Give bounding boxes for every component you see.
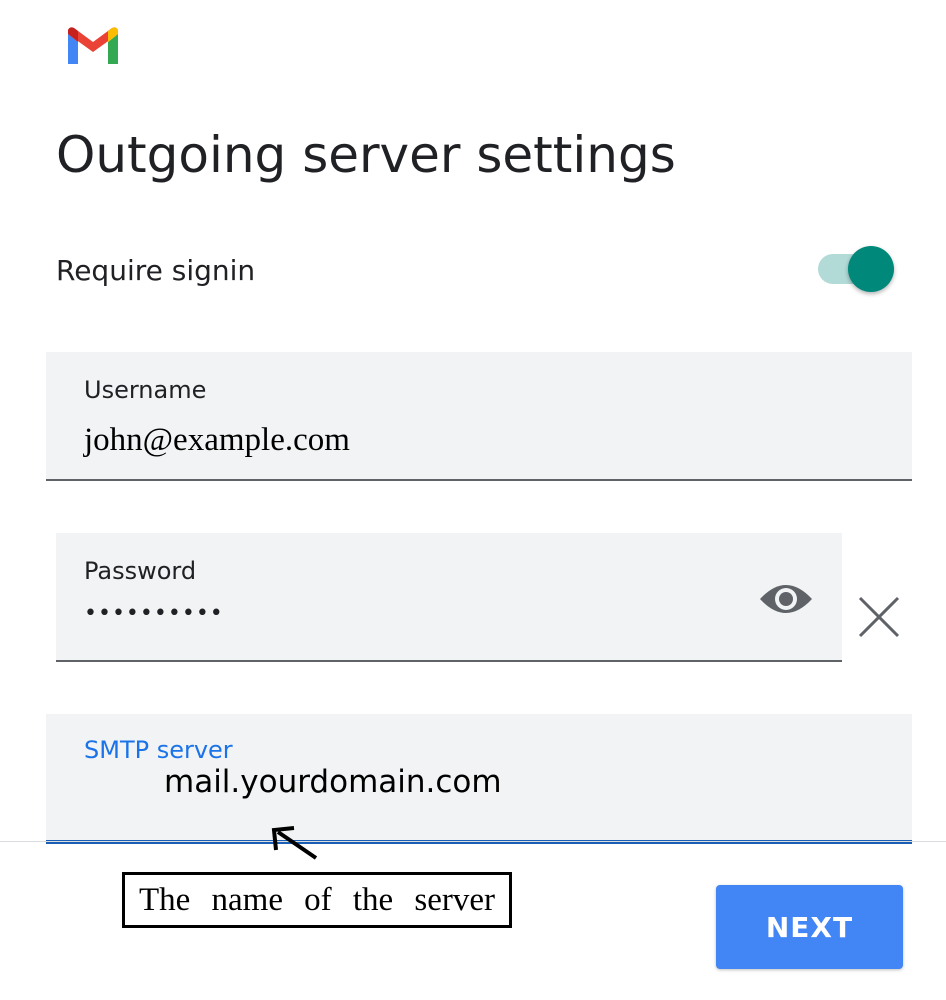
smtp-server-label: SMTP server [84,736,233,764]
toggle-thumb [848,246,894,292]
gmail-logo-icon [66,26,120,66]
password-field[interactable]: Password •••••••••• [56,533,842,662]
divider [0,841,946,842]
require-signin-toggle[interactable] [816,246,898,294]
require-signin-label: Require signin [56,254,256,287]
smtp-server-field[interactable]: SMTP server mail.yourdomain.com [46,714,912,844]
close-icon[interactable] [856,594,902,640]
password-label: Password [84,557,197,585]
smtp-server-value[interactable]: mail.yourdomain.com [164,764,502,800]
username-value[interactable]: john@example.com [84,422,350,459]
next-button[interactable]: NEXT [716,885,903,969]
annotation-box: The name of the server [122,872,512,928]
eye-icon[interactable] [758,577,814,621]
username-label: Username [84,376,207,404]
page-title: Outgoing server settings [56,126,676,184]
arrow-icon [264,820,324,864]
password-value[interactable]: •••••••••• [84,601,224,626]
annotation-text: The name of the server [139,881,495,918]
username-field[interactable]: Username john@example.com [46,352,912,481]
